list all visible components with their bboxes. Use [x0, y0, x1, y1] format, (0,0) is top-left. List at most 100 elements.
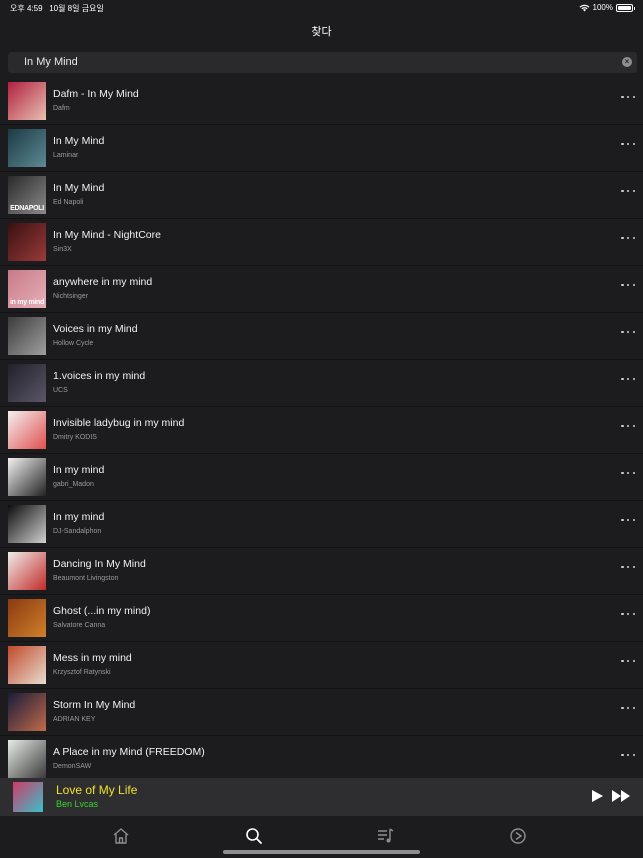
more-dot: [626, 377, 630, 381]
track-artist: Hollow Cycle: [53, 340, 94, 347]
result-row[interactable]: Dancing In My Mind Beaumont Livingston: [0, 548, 643, 595]
status-bar: 오후 4:59 10월 8일 금요일 100%: [0, 0, 643, 16]
more-dot: [626, 330, 630, 334]
track-artist: Beaumont Livingston: [53, 575, 119, 582]
search-icon[interactable]: [244, 826, 264, 846]
track-artist: UCS: [53, 387, 68, 394]
result-row[interactable]: Storm In My Mind ADRIAN KEY: [0, 689, 643, 736]
more-dot: [621, 518, 624, 522]
more-dot: [621, 236, 624, 240]
result-row[interactable]: Mess in my mind Krzysztof Ratynski: [0, 642, 643, 689]
track-title: In My Mind - NightCore: [53, 229, 161, 241]
more-dot: [632, 518, 635, 522]
more-dot: [621, 377, 624, 381]
more-dot: [632, 283, 635, 287]
album-artwork: [8, 740, 46, 778]
now-playing-artist: Ben Lvcas: [56, 799, 99, 809]
more-options-icon[interactable]: [621, 468, 635, 478]
result-row[interactable]: Invisible ladybug in my mind Dmitry KODIS: [0, 407, 643, 454]
home-icon[interactable]: [111, 826, 131, 846]
status-time: 오후 4:59: [10, 4, 43, 13]
search-results-list: Dafm - In My Mind Dafm In My Mind Laminar ED…: [0, 78, 643, 783]
more-dot: [626, 236, 630, 240]
more-dot: [626, 424, 630, 428]
result-row[interactable]: EDNAPOLI In My Mind Ed Napoli: [0, 172, 643, 219]
more-dot: [632, 659, 635, 663]
more-dot: [626, 659, 630, 663]
result-row[interactable]: 1.voices in my mind UCS: [0, 360, 643, 407]
search-input[interactable]: In My Mind: [24, 56, 78, 68]
album-artwork: [8, 317, 46, 355]
more-dot: [621, 612, 624, 616]
more-options-icon[interactable]: [621, 186, 635, 196]
album-artwork: EDNAPOLI: [8, 176, 46, 214]
more-dot: [621, 424, 624, 428]
track-title: A Place in my Mind (FREEDOM): [53, 746, 205, 758]
album-artwork: [8, 552, 46, 590]
result-row[interactable]: In My Mind Laminar: [0, 125, 643, 172]
play-icon[interactable]: [590, 789, 604, 803]
more-dot: [626, 142, 630, 146]
more-dot: [621, 706, 624, 710]
track-artist: ADRIAN KEY: [53, 716, 96, 723]
more-options-icon[interactable]: [621, 609, 635, 619]
more-options-icon[interactable]: [621, 750, 635, 760]
more-dot: [626, 518, 630, 522]
more-options-icon[interactable]: [621, 703, 635, 713]
result-row[interactable]: in my mind anywhere in my mind Nichtsinger: [0, 266, 643, 313]
track-title: Storm In My Mind: [53, 699, 136, 711]
result-row[interactable]: In my mind gabri_Madon: [0, 454, 643, 501]
track-title: Dancing In My Mind: [53, 558, 146, 570]
more-dot: [632, 236, 635, 240]
fast-forward-icon[interactable]: [611, 789, 631, 803]
more-options-icon[interactable]: [621, 139, 635, 149]
track-artist: Nichtsinger: [53, 293, 89, 300]
more-options-icon[interactable]: [621, 374, 635, 384]
result-row[interactable]: In My Mind - NightCore Sin3X: [0, 219, 643, 266]
more-dot: [626, 283, 630, 287]
track-artist: Dafm: [53, 105, 70, 112]
track-title: In my mind: [53, 464, 105, 476]
track-title: Invisible ladybug in my mind: [53, 417, 185, 429]
more-options-icon[interactable]: [621, 280, 635, 290]
track-artist: gabri_Madon: [53, 481, 94, 488]
album-artwork: [8, 82, 46, 120]
settings-icon[interactable]: [508, 826, 528, 846]
more-dot: [621, 189, 624, 193]
more-options-icon[interactable]: [621, 656, 635, 666]
more-options-icon[interactable]: [621, 562, 635, 572]
now-playing-bar[interactable]: Love of My Life Ben Lvcas: [0, 778, 643, 816]
more-dot: [632, 471, 635, 475]
battery-icon: [616, 3, 635, 12]
more-options-icon[interactable]: [621, 92, 635, 102]
more-dot: [621, 565, 624, 569]
more-options-icon[interactable]: [621, 421, 635, 431]
more-dot: [621, 659, 624, 663]
result-row[interactable]: Voices in my Mind Hollow Cycle: [0, 313, 643, 360]
result-row[interactable]: Ghost (...in my mind) Salvatore Canna: [0, 595, 643, 642]
track-title: Voices in my Mind: [53, 323, 138, 335]
more-dot: [632, 753, 635, 757]
result-row[interactable]: In my mind DJ-Sandalphon: [0, 501, 643, 548]
track-title: In My Mind: [53, 182, 105, 194]
playlist-icon[interactable]: [376, 826, 396, 846]
clear-search-button[interactable]: ×: [622, 57, 632, 67]
more-dot: [621, 95, 624, 99]
track-artist: Ed Napoli: [53, 199, 84, 206]
more-dot: [621, 330, 624, 334]
search-bar[interactable]: In My Mind ×: [8, 52, 637, 73]
result-row[interactable]: A Place in my Mind (FREEDOM) DemonSAW: [0, 736, 643, 783]
more-options-icon[interactable]: [621, 515, 635, 525]
status-time-date: 오후 4:59 10월 8일 금요일: [10, 3, 104, 14]
album-artwork: [8, 599, 46, 637]
more-options-icon[interactable]: [621, 327, 635, 337]
more-dot: [621, 753, 624, 757]
more-dot: [632, 612, 635, 616]
home-indicator: [223, 850, 420, 854]
result-row[interactable]: Dafm - In My Mind Dafm: [0, 78, 643, 125]
artwork-text: EDNAPOLI: [10, 205, 44, 212]
track-title: In my mind: [53, 511, 105, 523]
track-artist: DemonSAW: [53, 763, 92, 770]
track-title: Mess in my mind: [53, 652, 132, 664]
more-options-icon[interactable]: [621, 233, 635, 243]
